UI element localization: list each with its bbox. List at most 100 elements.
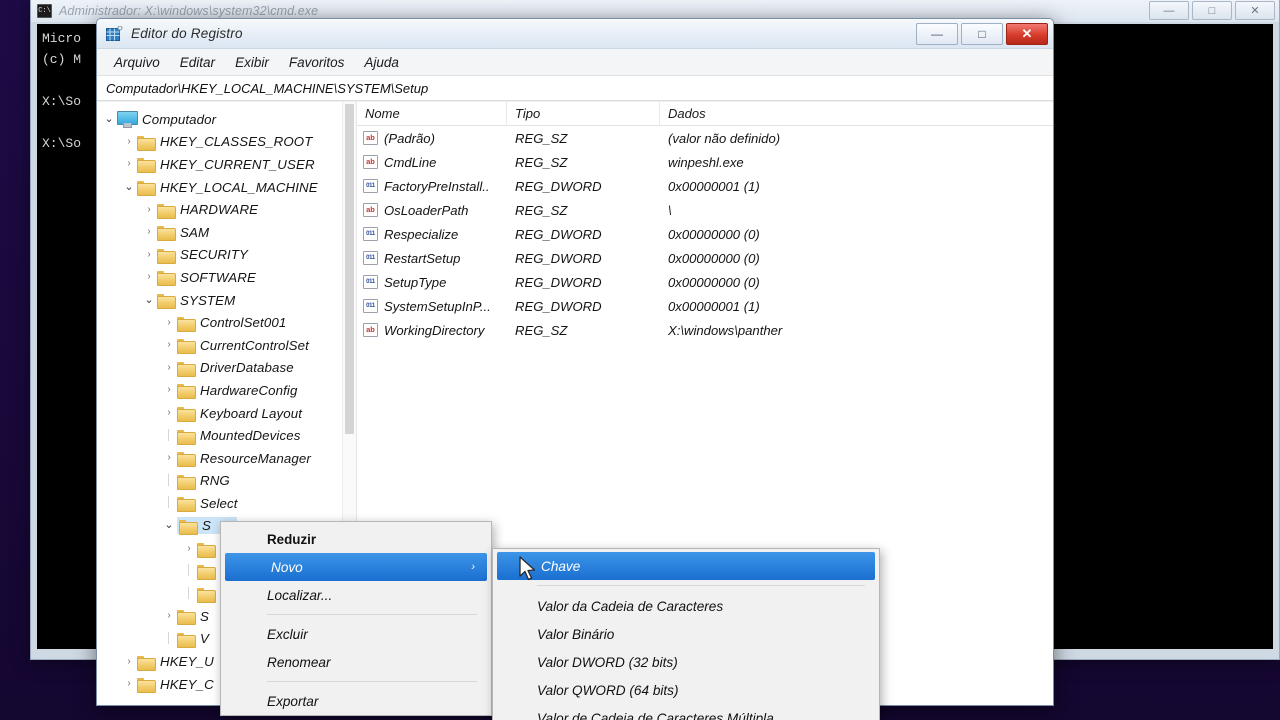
tree-node[interactable]: │Select (101, 492, 356, 515)
value-row[interactable]: ab(Padrão)REG_SZ(valor não definido) (357, 126, 1053, 150)
value-row[interactable]: 011RestartSetupREG_DWORD0x00000000 (0) (357, 246, 1053, 270)
tree-node-content[interactable]: S (177, 609, 209, 624)
tree-scrollbar-thumb[interactable] (345, 104, 354, 434)
submenu-item[interactable]: Valor Binário (493, 620, 879, 648)
context-menu-item[interactable]: Localizar... (221, 581, 491, 609)
address-bar[interactable]: Computador\HKEY_LOCAL_MACHINE\SYSTEM\Set… (97, 76, 1053, 101)
tree-node[interactable]: ›HardwareConfig (101, 379, 356, 402)
value-name-cell[interactable]: ab(Padrão) (357, 131, 507, 146)
tree-node[interactable]: ⌄Computador (101, 108, 356, 131)
cmd-maximize-button[interactable]: □ (1192, 1, 1232, 20)
context-menu-item[interactable]: Reduzir (221, 525, 491, 553)
tree-node-content[interactable]: SAM (157, 225, 209, 240)
tree-node-content[interactable]: Select (177, 496, 238, 511)
menu-arquivo[interactable]: Arquivo (105, 52, 169, 73)
chevron-down-icon[interactable]: ⌄ (121, 182, 137, 193)
tree-node-content[interactable]: DriverDatabase (177, 360, 294, 375)
new-submenu[interactable]: ChaveValor da Cadeia de CaracteresValor … (492, 548, 880, 720)
value-row[interactable]: 011RespecializeREG_DWORD0x00000000 (0) (357, 222, 1053, 246)
tree-node-content[interactable]: CurrentControlSet (177, 338, 309, 353)
tree-node-content[interactable]: SECURITY (157, 247, 248, 262)
tree-node[interactable]: ⌄SYSTEM (101, 289, 356, 312)
chevron-right-icon[interactable]: › (141, 250, 157, 260)
tree-node-content[interactable]: Computador (117, 111, 216, 127)
value-name-cell[interactable]: abOsLoaderPath (357, 203, 507, 218)
chevron-right-icon[interactable]: › (121, 137, 137, 147)
menu-favoritos[interactable]: Favoritos (280, 52, 354, 73)
chevron-down-icon[interactable]: ⌄ (141, 295, 157, 306)
context-menu[interactable]: ReduzirNovo›Localizar... ExcluirRenomear E… (220, 521, 492, 716)
tree-node-content[interactable]: HKEY_LOCAL_MACHINE (137, 180, 318, 195)
context-menu-item[interactable]: Novo› (225, 553, 487, 581)
tree-node[interactable]: ›ControlSet001 (101, 311, 356, 334)
menu-editar[interactable]: Editar (171, 52, 224, 73)
tree-node-content[interactable]: ControlSet001 (177, 315, 286, 330)
tree-node-content[interactable]: HardwareConfig (177, 383, 297, 398)
tree-node-content[interactable]: ResourceManager (177, 451, 311, 466)
tree-node-content[interactable]: HKEY_U (137, 654, 214, 669)
chevron-right-icon[interactable]: › (141, 205, 157, 215)
minimize-button[interactable]: — (916, 23, 958, 45)
chevron-right-icon[interactable]: › (121, 657, 137, 667)
chevron-right-icon[interactable]: › (161, 385, 177, 395)
context-menu-item[interactable]: Renomear (221, 648, 491, 676)
tree-node[interactable]: ›HARDWARE (101, 198, 356, 221)
tree-node[interactable]: │RNG (101, 470, 356, 493)
maximize-button[interactable]: □ (961, 23, 1003, 45)
value-name-cell[interactable]: abWorkingDirectory (357, 323, 507, 338)
menu-exibir[interactable]: Exibir (226, 52, 278, 73)
tree-node[interactable]: ›CurrentControlSet (101, 334, 356, 357)
tree-node-content[interactable]: HKEY_CURRENT_USER (137, 157, 315, 172)
chevron-right-icon[interactable]: › (141, 227, 157, 237)
chevron-right-icon[interactable]: › (141, 272, 157, 282)
context-menu-item[interactable]: Excluir (221, 620, 491, 648)
tree-node-content[interactable]: Keyboard Layout (177, 406, 302, 421)
tree-node[interactable]: ›SOFTWARE (101, 266, 356, 289)
chevron-down-icon[interactable]: ⌄ (161, 520, 177, 531)
chevron-right-icon[interactable]: › (161, 318, 177, 328)
submenu-item[interactable]: Valor DWORD (32 bits) (493, 648, 879, 676)
cmd-close-button[interactable]: ✕ (1235, 1, 1275, 20)
tree-node-content[interactable]: MountedDevices (177, 428, 300, 443)
value-name-cell[interactable]: abCmdLine (357, 155, 507, 170)
menu-ajuda[interactable]: Ajuda (355, 52, 408, 73)
column-header-dados[interactable]: Dados (660, 102, 1053, 126)
tree-node-content[interactable]: RNG (177, 473, 230, 488)
chevron-right-icon[interactable]: › (121, 159, 137, 169)
submenu-item[interactable]: Valor da Cadeia de Caracteres (493, 592, 879, 620)
value-row[interactable]: abCmdLineREG_SZwinpeshl.exe (357, 150, 1053, 174)
cmd-minimize-button[interactable]: — (1149, 1, 1189, 20)
tree-node-content[interactable]: HARDWARE (157, 202, 258, 217)
cmd-window-controls[interactable]: — □ ✕ (1149, 1, 1275, 20)
regedit-titlebar[interactable]: Editor do Registro — □ ✕ (97, 19, 1053, 49)
value-row[interactable]: 011SetupTypeREG_DWORD0x00000000 (0) (357, 270, 1053, 294)
values-column-header[interactable]: Nome Tipo Dados (357, 102, 1053, 126)
tree-node[interactable]: ›SECURITY (101, 244, 356, 267)
menubar[interactable]: Arquivo Editar Exibir Favoritos Ajuda (97, 49, 1053, 76)
context-menu-item[interactable]: Exportar (221, 687, 491, 715)
values-list[interactable]: ab(Padrão)REG_SZ(valor não definido)abCm… (357, 126, 1053, 342)
value-row[interactable]: 011FactoryPreInstall..REG_DWORD0x0000000… (357, 174, 1053, 198)
tree-node-content[interactable] (197, 542, 220, 556)
value-name-cell[interactable]: 011Respecialize (357, 227, 507, 242)
tree-node[interactable]: ›ResourceManager (101, 447, 356, 470)
value-name-cell[interactable]: 011RestartSetup (357, 251, 507, 266)
chevron-down-icon[interactable]: ⌄ (101, 114, 117, 125)
chevron-right-icon[interactable]: › (161, 408, 177, 418)
tree-node-content[interactable] (197, 587, 220, 601)
tree-node[interactable]: ›SAM (101, 221, 356, 244)
chevron-right-icon[interactable]: › (161, 363, 177, 373)
value-name-cell[interactable]: 011SetupType (357, 275, 507, 290)
tree-node-content[interactable]: SOFTWARE (157, 270, 256, 285)
submenu-item[interactable]: Valor QWORD (64 bits) (493, 676, 879, 704)
submenu-item[interactable]: Valor de Cadeia de Caracteres Múltipla (493, 704, 879, 720)
value-name-cell[interactable]: 011FactoryPreInstall.. (357, 179, 507, 194)
column-header-tipo[interactable]: Tipo (507, 102, 660, 126)
chevron-right-icon[interactable]: › (161, 453, 177, 463)
value-row[interactable]: abOsLoaderPathREG_SZ\ (357, 198, 1053, 222)
tree-node[interactable]: ›Keyboard Layout (101, 402, 356, 425)
tree-node-content[interactable]: V (177, 631, 209, 646)
submenu-item[interactable]: Chave (497, 552, 875, 580)
tree-node[interactable]: ›HKEY_CURRENT_USER (101, 153, 356, 176)
tree-node-content[interactable]: SYSTEM (157, 293, 235, 308)
